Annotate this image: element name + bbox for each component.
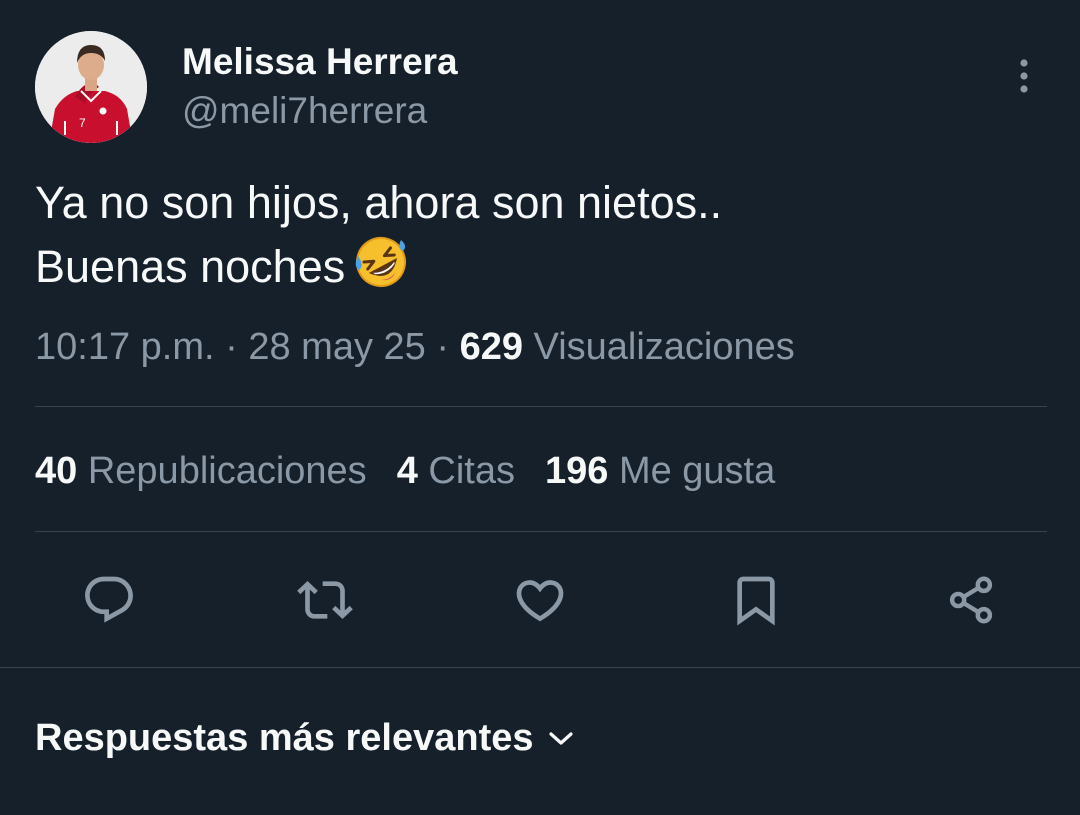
avatar[interactable]: 7 [35, 31, 147, 143]
replies-sort-label: Respuestas más relevantes [35, 717, 534, 759]
replies-sort-dropdown[interactable]: Respuestas más relevantes [35, 712, 574, 762]
avatar-image: 7 [35, 31, 147, 143]
reposts-count: 40 [35, 450, 78, 492]
likes-label: Me gusta [618, 450, 776, 492]
quotes-count: 4 [396, 450, 418, 492]
like-button[interactable] [505, 565, 575, 635]
likes-stat[interactable]: 196 Me gusta [545, 446, 775, 496]
rolling-on-the-floor-laughing-emoji [353, 234, 409, 306]
likes-count: 196 [544, 450, 609, 492]
chevron-down-icon [548, 712, 574, 760]
share-button[interactable] [936, 565, 1006, 635]
divider [0, 667, 1080, 668]
tweet-text-line-2-text: Buenas noches [35, 241, 346, 292]
reposts-stat[interactable]: 40 Republicaciones [35, 446, 367, 496]
reposts-label: Republicaciones [87, 450, 367, 492]
bookmark-button[interactable] [721, 565, 791, 635]
meta-separator: · [436, 326, 460, 368]
tweet-meta: 10:17 p.m. · 28 may 25 · 629 Visualizaci… [35, 322, 795, 372]
author-handle[interactable]: @meli7herrera [182, 89, 427, 133]
engagement-stats: 40 Republicaciones 4 Citas 196 Me gusta [35, 446, 805, 496]
tweet-text-line-2: Buenas noches [35, 234, 1045, 306]
svg-text:7: 7 [79, 116, 86, 130]
action-bar [0, 565, 1080, 635]
author-display-name[interactable]: Melissa Herrera [182, 40, 458, 84]
views-label: Visualizaciones [533, 326, 795, 368]
divider [35, 406, 1047, 407]
tweet-text-line-1: Ya no son hijos, ahora son nietos.. [35, 177, 723, 228]
more-options-button[interactable] [1004, 54, 1044, 98]
bookmark-icon [737, 576, 775, 626]
tweet-time[interactable]: 10:17 p.m. [35, 326, 215, 368]
more-vertical-icon [1020, 59, 1028, 93]
tweet-text: Ya no son hijos, ahora son nietos.. Buen… [35, 172, 1045, 306]
heart-icon [516, 580, 564, 622]
tweet-date[interactable]: 28 may 25 [248, 326, 425, 368]
views-count: 629 [459, 326, 523, 368]
reply-icon [85, 576, 133, 623]
repost-icon [297, 581, 353, 619]
quotes-stat[interactable]: 4 Citas [397, 446, 515, 496]
meta-separator: · [225, 326, 249, 368]
repost-button[interactable] [290, 565, 360, 635]
divider [35, 531, 1047, 532]
share-icon [949, 576, 993, 624]
quotes-label: Citas [428, 450, 515, 492]
reply-button[interactable] [74, 565, 144, 635]
